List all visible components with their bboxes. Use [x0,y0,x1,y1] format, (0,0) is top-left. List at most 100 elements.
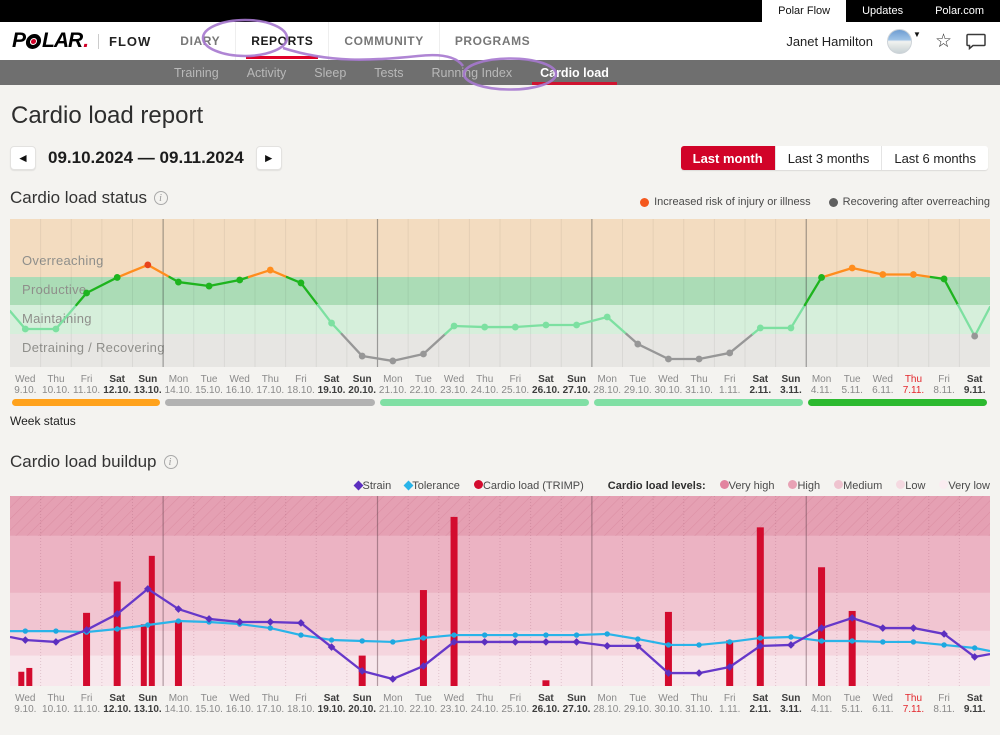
tolerance-point[interactable] [421,635,426,640]
favorites-button[interactable]: ☆ [935,32,952,51]
topbar-link-polar-flow[interactable]: Polar Flow [762,0,846,22]
tolerance-point[interactable] [635,636,640,641]
topbar-link-polar-com[interactable]: Polar.com [919,0,1000,22]
tolerance-point[interactable] [268,625,273,630]
status-point[interactable] [941,276,948,283]
status-point[interactable] [788,325,795,332]
prev-period-button[interactable]: ◄ [10,146,36,170]
trimp-bar[interactable] [114,582,121,687]
trimp-bar[interactable] [451,517,458,686]
subnav-item-activity[interactable]: Activity [233,60,301,85]
trimp-bar[interactable] [83,613,90,686]
nav-item-community[interactable]: COMMUNITY [328,22,438,60]
nav-item-diary[interactable]: DIARY [165,22,235,60]
status-point[interactable] [175,279,182,286]
axis-dow: Tue [623,693,654,704]
tolerance-point[interactable] [758,635,763,640]
user-name[interactable]: Janet Hamilton [786,34,873,49]
tolerance-point[interactable] [666,642,671,647]
tolerance-point[interactable] [359,638,364,643]
tolerance-point[interactable] [696,642,701,647]
trimp-bar[interactable] [141,624,147,686]
tolerance-point[interactable] [390,639,395,644]
status-point[interactable] [971,333,978,340]
status-point[interactable] [665,356,672,363]
nav-item-programs[interactable]: PROGRAMS [439,22,545,60]
axis-date: 23.10. [439,385,470,396]
tolerance-point[interactable] [727,639,732,644]
tolerance-point[interactable] [972,645,977,650]
tolerance-point[interactable] [298,632,303,637]
avatar[interactable] [887,29,912,54]
status-point[interactable] [512,324,519,331]
next-period-button[interactable]: ► [256,146,282,170]
info-icon[interactable]: i [164,455,178,469]
status-point[interactable] [879,271,886,278]
subnav-item-cardio-load[interactable]: Cardio load [526,60,623,85]
status-point[interactable] [144,261,151,268]
status-point[interactable] [206,283,213,290]
tolerance-point[interactable] [329,637,334,642]
trimp-bar[interactable] [26,668,32,686]
trimp-bar[interactable] [849,611,856,686]
tolerance-point[interactable] [176,618,181,623]
status-point[interactable] [22,326,29,333]
status-point[interactable] [481,324,488,331]
status-point[interactable] [389,358,396,365]
trimp-bar[interactable] [757,527,764,686]
tolerance-point[interactable] [451,632,456,637]
status-point[interactable] [267,267,274,274]
tolerance-point[interactable] [145,622,150,627]
polar-logo[interactable]: PLAR. FLOW [12,29,151,53]
subnav-item-tests[interactable]: Tests [360,60,417,85]
status-point[interactable] [757,325,764,332]
tolerance-point[interactable] [849,638,854,643]
nav-item-reports[interactable]: REPORTS [235,22,328,60]
status-point[interactable] [236,277,243,284]
tolerance-point[interactable] [911,639,916,644]
trimp-bar[interactable] [542,680,549,686]
status-point[interactable] [543,322,550,329]
status-point[interactable] [818,274,825,281]
status-point[interactable] [298,280,305,287]
status-point[interactable] [359,353,366,360]
trimp-bar[interactable] [175,621,182,686]
subnav-item-running-index[interactable]: Running Index [417,60,526,85]
tolerance-point[interactable] [880,639,885,644]
tolerance-point[interactable] [819,638,824,643]
status-point[interactable] [696,356,703,363]
tolerance-point[interactable] [23,628,28,633]
info-icon[interactable]: i [154,191,168,205]
subnav-item-training[interactable]: Training [160,60,233,85]
tolerance-point[interactable] [788,634,793,639]
status-point[interactable] [83,290,90,297]
tolerance-point[interactable] [941,642,946,647]
tolerance-point[interactable] [513,632,518,637]
status-point[interactable] [604,314,611,321]
tolerance-point[interactable] [114,626,119,631]
tolerance-point[interactable] [604,631,609,636]
status-point[interactable] [53,326,60,333]
subnav-item-sleep[interactable]: Sleep [300,60,360,85]
status-point[interactable] [114,274,121,281]
trimp-bar[interactable] [18,672,24,686]
tolerance-point[interactable] [543,632,548,637]
status-point[interactable] [328,320,335,327]
tolerance-point[interactable] [482,632,487,637]
range-button-last-6-months[interactable]: Last 6 months [881,146,988,170]
status-point[interactable] [634,341,641,348]
range-button-last-month[interactable]: Last month [681,146,775,170]
tolerance-point[interactable] [53,628,58,633]
status-point[interactable] [726,350,733,357]
status-point[interactable] [573,322,580,329]
status-point[interactable] [910,271,917,278]
tolerance-point[interactable] [574,632,579,637]
feedback-button[interactable] [966,33,986,50]
trimp-bar[interactable] [149,556,155,686]
topbar-link-updates[interactable]: Updates [846,0,919,22]
status-point[interactable] [420,351,427,358]
range-button-last-3-months[interactable]: Last 3 months [775,146,882,170]
status-point[interactable] [849,265,856,272]
status-point[interactable] [451,323,458,330]
user-menu[interactable]: ▼ [887,29,921,54]
